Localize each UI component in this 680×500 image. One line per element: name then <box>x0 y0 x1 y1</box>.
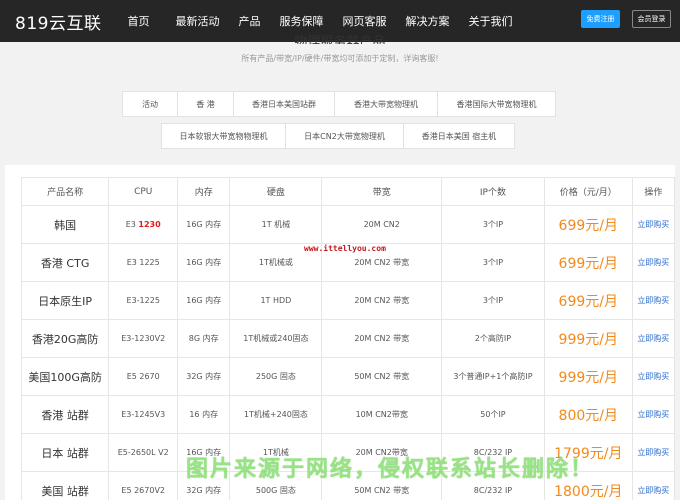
table-header-row: 产品名称 CPU 内存 硬盘 带宽 IP个数 价格（元/月） 操作 <box>20 177 676 206</box>
ip-cell: 3个普通IP+1个高防IP <box>441 357 545 396</box>
filter-tab-jp-cn2[interactable]: 日本CN2大带宽物理机 <box>286 124 404 148</box>
ip-cell: 3个IP <box>441 205 545 244</box>
price-cell: 800元/月 <box>543 395 633 434</box>
cpu-model: E3 <box>125 220 139 229</box>
site-watermark: www.ittellyou.com <box>304 244 386 253</box>
disk-cell: 1T机械+240固态 <box>229 395 323 434</box>
ip-cell: 3个IP <box>441 243 545 282</box>
section-subtitle: 所有产品/带宽/IP/硬件/带宽均可添加于定制，详询客服! <box>241 54 439 63</box>
nav-products[interactable]: 产品 <box>238 13 260 29</box>
copyright-watermark: 图片来源于网络，侵权联系站长删除！ <box>186 457 595 482</box>
buy-now-link[interactable]: 立即购买 <box>631 243 676 282</box>
buy-now-link[interactable]: 立即购买 <box>631 471 676 500</box>
nav-service[interactable]: 服务保障 <box>279 13 323 29</box>
header-memory: 内存 <box>177 177 231 206</box>
register-button[interactable]: 免费注册 <box>581 10 620 28</box>
filter-tab-hk-intl-bandwidth[interactable]: 香港国际大带宽物理机 <box>438 92 555 116</box>
filter-tab-jp-softbank[interactable]: 日本软银大带宽物物理机 <box>162 124 286 148</box>
bandwidth-cell: 20M CN2 <box>321 205 443 244</box>
cpu-model: E5 2670V2 <box>121 486 166 495</box>
buy-now-link[interactable]: 立即购买 <box>631 395 676 434</box>
header-action: 操作 <box>631 177 676 206</box>
filter-row-1: 活动 香 港 香港日本美国站群 香港大带宽物理机 香港国际大带宽物理机 <box>122 91 556 117</box>
cpu-model: E3-1245V3 <box>121 410 166 419</box>
price-cell: 699元/月 <box>543 281 633 320</box>
bandwidth-cell: 50M CN2 带宽 <box>321 357 443 396</box>
buy-now-link[interactable]: 立即购买 <box>631 433 676 472</box>
nav-home[interactable]: 首页 <box>127 13 149 29</box>
price-cell: 699元/月 <box>543 205 633 244</box>
filter-tab-hk-bandwidth[interactable]: 香港大带宽物理机 <box>335 92 438 116</box>
header-bandwidth: 带宽 <box>321 177 443 206</box>
memory-cell: 16G 内存 <box>177 281 231 320</box>
bandwidth-cell: 20M CN2 带宽 <box>321 319 443 358</box>
cpu-cell: E3-1225 <box>108 281 179 320</box>
cpu-model: E3 1225 <box>126 258 160 267</box>
price-cell: 999元/月 <box>543 319 633 358</box>
price-cell: 999元/月 <box>543 357 633 396</box>
product-name: 日本 站群 <box>20 433 110 472</box>
nav-web-support[interactable]: 网页客服 <box>342 13 386 29</box>
cpu-cell: E5 2670V2 <box>108 471 179 500</box>
product-name: 美国100G高防 <box>20 357 110 396</box>
header-price: 价格（元/月） <box>543 177 633 206</box>
login-button[interactable]: 会员登录 <box>632 10 671 28</box>
buy-now-link[interactable]: 立即购买 <box>631 281 676 320</box>
nav-about[interactable]: 关于我们 <box>468 13 512 29</box>
product-name: 香港 站群 <box>20 395 110 434</box>
nav-latest-activity[interactable]: 最新活动 <box>175 13 219 29</box>
header-product-name: 产品名称 <box>20 177 110 206</box>
table-row: 香港20G高防 E3-1230V2 8G 内存 1T机械或240固态 20M C… <box>20 319 676 358</box>
memory-cell: 32G 内存 <box>177 357 231 396</box>
filter-tab-activity[interactable]: 活动 <box>123 92 178 116</box>
memory-cell: 16G 内存 <box>177 243 231 282</box>
product-name: 香港20G高防 <box>20 319 110 358</box>
memory-cell: 16G 内存 <box>177 205 231 244</box>
section-title: 物理服务器产品 <box>294 35 386 44</box>
bandwidth-cell: 20M CN2 带宽 <box>321 281 443 320</box>
ip-cell: 3个IP <box>441 281 545 320</box>
disk-cell: 1T机械或240固态 <box>229 319 323 358</box>
disk-cell: 1T HDD <box>229 281 323 320</box>
cpu-model: E5-2650L V2 <box>117 448 169 457</box>
cpu-cell: E3 1225 <box>108 243 179 282</box>
bandwidth-cell: 10M CN2带宽 <box>321 395 443 434</box>
product-name: 香港 CTG <box>20 243 110 282</box>
disk-cell: 1T 机械 <box>229 205 323 244</box>
nav-solutions[interactable]: 解决方案 <box>405 13 449 29</box>
filter-tab-host-machine[interactable]: 香港日本美国 宿主机 <box>404 124 514 148</box>
table-row: 日本原生IP E3-1225 16G 内存 1T HDD 20M CN2 带宽 … <box>20 281 676 320</box>
cpu-cell: E3-1230V2 <box>108 319 179 358</box>
memory-cell: 8G 内存 <box>177 319 231 358</box>
cpu-model: E5 2670 <box>126 372 160 381</box>
header-ip-count: IP个数 <box>441 177 545 206</box>
cpu-cell: E5 2670 <box>108 357 179 396</box>
table-row: 香港 站群 E3-1245V3 16 内存 1T机械+240固态 10M CN2… <box>20 395 676 434</box>
product-panel: 产品名称 CPU 内存 硬盘 带宽 IP个数 价格（元/月） 操作 韩国 E3 … <box>5 165 676 500</box>
filter-tab-hongkong[interactable]: 香 港 <box>178 92 234 116</box>
cpu-model: E3-1230V2 <box>121 334 166 343</box>
header-disk: 硬盘 <box>229 177 323 206</box>
table-row: 美国100G高防 E5 2670 32G 内存 250G 固态 50M CN2 … <box>20 357 676 396</box>
ip-cell: 2个高防IP <box>441 319 545 358</box>
buy-now-link[interactable]: 立即购买 <box>631 205 676 244</box>
filter-tab-hk-jp-us-cluster[interactable]: 香港日本美国站群 <box>234 92 335 116</box>
table-row: 韩国 E3 1230 16G 内存 1T 机械 20M CN2 3个IP 699… <box>20 205 676 244</box>
cpu-highlight: 1230 <box>138 220 161 229</box>
cpu-cell: E3-1245V3 <box>108 395 179 434</box>
memory-cell: 16 内存 <box>177 395 231 434</box>
cpu-model: E3-1225 <box>126 296 160 305</box>
cpu-cell: E5-2650L V2 <box>108 433 179 472</box>
cpu-cell: E3 1230 <box>108 205 179 244</box>
filter-row-2: 日本软银大带宽物物理机 日本CN2大带宽物理机 香港日本美国 宿主机 <box>161 123 515 149</box>
disk-cell: 250G 固态 <box>229 357 323 396</box>
header-cpu: CPU <box>108 177 179 206</box>
price-cell: 699元/月 <box>543 243 633 282</box>
product-name: 日本原生IP <box>20 281 110 320</box>
buy-now-link[interactable]: 立即购买 <box>631 319 676 358</box>
ip-cell: 50个IP <box>441 395 545 434</box>
product-name: 韩国 <box>20 205 110 244</box>
product-name: 美国 站群 <box>20 471 110 500</box>
buy-now-link[interactable]: 立即购买 <box>631 357 676 396</box>
